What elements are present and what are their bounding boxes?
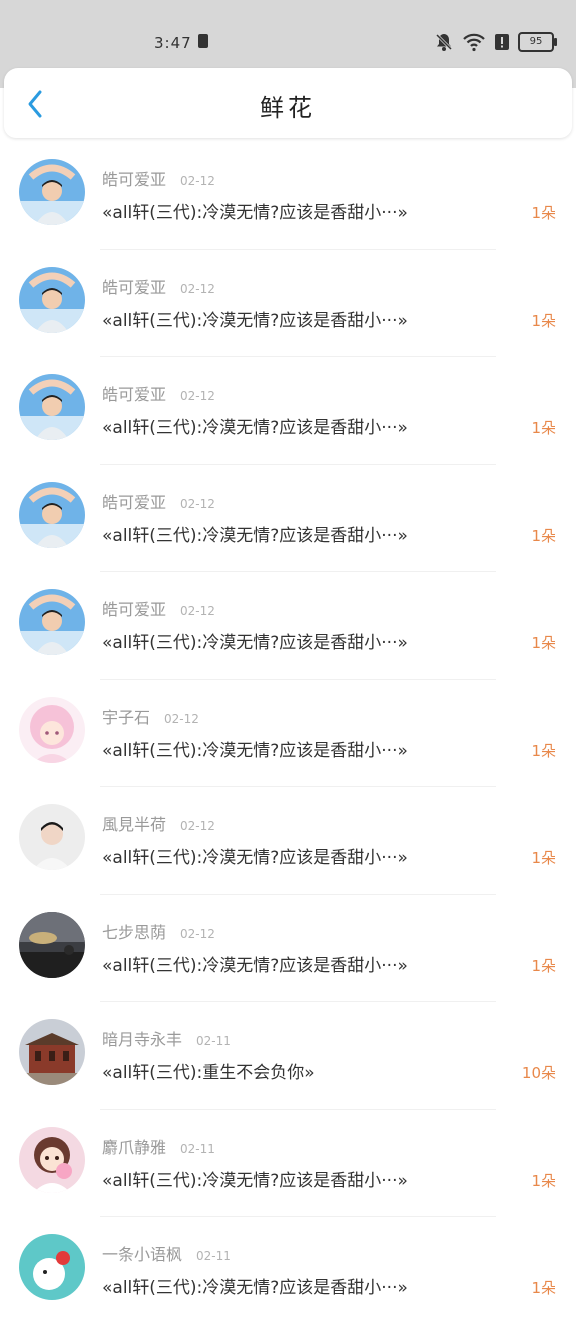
sender-name: 風見半荷 [102, 815, 167, 834]
sender-name: 七步思荫 [102, 922, 167, 942]
avatar[interactable] [19, 589, 85, 655]
sent-date: 02-11 [180, 1141, 215, 1156]
flower-count: 1朵 [531, 849, 556, 867]
flower-count: 1朵 [531, 526, 556, 545]
sender-name: 暗月寺永丰 [102, 1030, 183, 1049]
flower-list: 皓可爱亚 02-12 «all轩(三代):冷漠无情?应该是香甜小···» 1朵 … [0, 142, 576, 1325]
sent-date: 02-12 [180, 496, 215, 511]
list-item[interactable]: 皓可爱亚 02-12 «all轩(三代):冷漠无情?应该是香甜小···» 1朵 [0, 357, 576, 465]
list-item[interactable]: 皓可爱亚 02-12 «all轩(三代):冷漠无情?应该是香甜小···» 1朵 [0, 142, 576, 250]
sender-name: 皓可爱亚 [102, 492, 167, 512]
status-icons: 95 [434, 32, 557, 52]
list-item[interactable]: 麝爪静雅 02-11 «all轩(三代):冷漠无情?应该是香甜小···» 1朵 [0, 1110, 576, 1217]
flower-count: 1朵 [531, 1171, 556, 1190]
avatar[interactable] [19, 1126, 85, 1193]
avatar[interactable] [19, 159, 85, 225]
sent-date: 02-12 [180, 174, 215, 188]
alert-icon [495, 34, 509, 50]
sender-name: 麝爪静雅 [102, 1137, 167, 1157]
list-item[interactable]: 皓可爱亚 02-12 «all轩(三代):冷漠无情?应该是香甜小···» 1朵 [0, 572, 576, 680]
flower-count: 1朵 [531, 634, 556, 652]
sent-date: 02-12 [180, 281, 215, 296]
avatar[interactable] [19, 374, 85, 440]
avatar[interactable] [19, 911, 85, 978]
work-title: «all轩(三代):冷漠无情?应该是香甜小···» [102, 418, 408, 438]
battery-icon: 95 [518, 32, 557, 52]
sender-name: 宇子石 [102, 707, 151, 727]
flower-count: 1朵 [531, 204, 556, 222]
list-item[interactable]: 一条小语枫 02-11 «all轩(三代):冷漠无情?应该是香甜小···» 1朵 [0, 1217, 576, 1325]
sent-date: 02-12 [164, 711, 199, 726]
work-title: «all轩(三代):冷漠无情?应该是香甜小···» [102, 1278, 408, 1298]
work-title: «all轩(三代):冷漠无情?应该是香甜小···» [102, 848, 408, 868]
flower-count: 1朵 [531, 1279, 556, 1297]
flower-count: 1朵 [531, 419, 556, 437]
mute-bell-icon [435, 33, 453, 51]
work-title: «all轩(三代):冷漠无情?应该是香甜小···» [102, 203, 408, 223]
work-title: «all轩(三代):冷漠无情?应该是香甜小···» [102, 740, 408, 761]
list-item[interactable]: 皓可爱亚 02-12 «all轩(三代):冷漠无情?应该是香甜小···» 1朵 [0, 250, 576, 357]
list-item[interactable]: 皓可爱亚 02-12 «all轩(三代):冷漠无情?应该是香甜小···» 1朵 [0, 465, 576, 572]
flower-count: 1朵 [531, 956, 556, 975]
avatar[interactable] [19, 481, 85, 548]
avatar[interactable] [19, 1019, 85, 1085]
list-item[interactable]: 七步思荫 02-12 «all轩(三代):冷漠无情?应该是香甜小···» 1朵 [0, 895, 576, 1002]
header: 鲜花 [4, 68, 572, 138]
sender-name: 皓可爱亚 [102, 170, 167, 189]
flower-count: 1朵 [531, 741, 556, 760]
wifi-icon [463, 33, 485, 52]
sender-name: 皓可爱亚 [102, 385, 167, 404]
page-title: 鲜花 [260, 94, 316, 122]
notification-icon [198, 34, 208, 48]
flower-count: 1朵 [531, 311, 556, 330]
work-title: «all轩(三代):冷漠无情?应该是香甜小···» [102, 310, 408, 331]
sent-date: 02-11 [196, 1249, 231, 1263]
list-item[interactable]: 宇子石 02-12 «all轩(三代):冷漠无情?应该是香甜小···» 1朵 [0, 680, 576, 787]
avatar[interactable] [19, 804, 85, 870]
sender-name: 皓可爱亚 [102, 600, 167, 619]
work-title: «all轩(三代):冷漠无情?应该是香甜小···» [102, 955, 408, 976]
sent-date: 02-12 [180, 389, 215, 403]
list-item[interactable]: 暗月寺永丰 02-11 «all轩(三代):重生不会负你» 10朵 [0, 1002, 576, 1110]
avatar[interactable] [19, 696, 85, 763]
list-item[interactable]: 風見半荷 02-12 «all轩(三代):冷漠无情?应该是香甜小···» 1朵 [0, 787, 576, 895]
work-title: «all轩(三代):冷漠无情?应该是香甜小···» [102, 525, 408, 546]
sender-name: 皓可爱亚 [102, 277, 167, 297]
sent-date: 02-12 [180, 926, 215, 941]
avatar[interactable] [19, 1234, 85, 1300]
sent-date: 02-12 [180, 819, 215, 833]
status-time: 3:47 [154, 34, 192, 52]
work-title: «all轩(三代):重生不会负你» [102, 1063, 315, 1083]
avatar[interactable] [19, 266, 85, 333]
work-title: «all轩(三代):冷漠无情?应该是香甜小···» [102, 633, 408, 653]
sent-date: 02-11 [196, 1034, 231, 1048]
flower-count: 10朵 [521, 1064, 556, 1082]
sender-name: 一条小语枫 [102, 1245, 183, 1264]
sent-date: 02-12 [180, 604, 215, 618]
work-title: «all轩(三代):冷漠无情?应该是香甜小···» [102, 1170, 408, 1191]
